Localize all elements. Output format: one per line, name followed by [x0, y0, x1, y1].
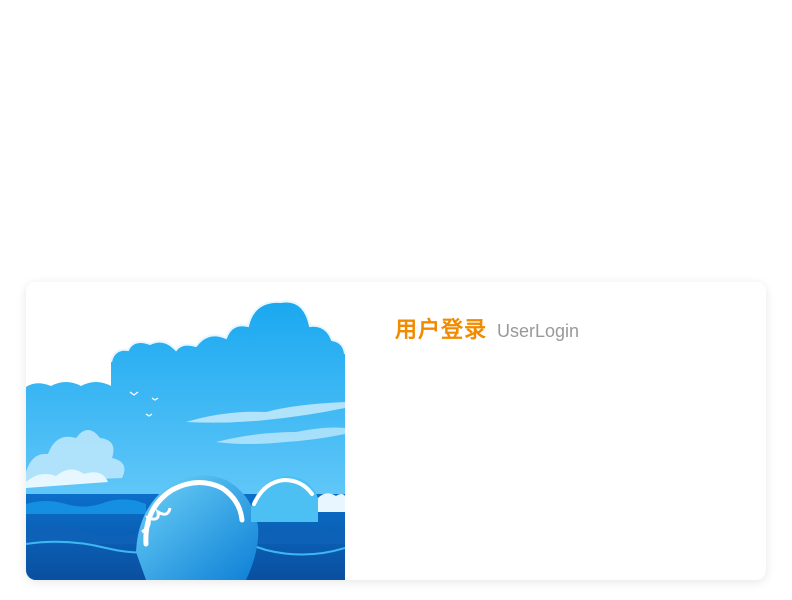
login-form-panel: 用户登录 UserLogin — [345, 282, 766, 580]
login-title-cn: 用户登录 — [395, 318, 488, 343]
login-card: 用户登录 UserLogin — [26, 282, 766, 580]
login-title: 用户登录 UserLogin — [395, 312, 579, 344]
ocean-waves-illustration — [26, 282, 345, 580]
login-title-en: UserLogin — [497, 321, 580, 341]
